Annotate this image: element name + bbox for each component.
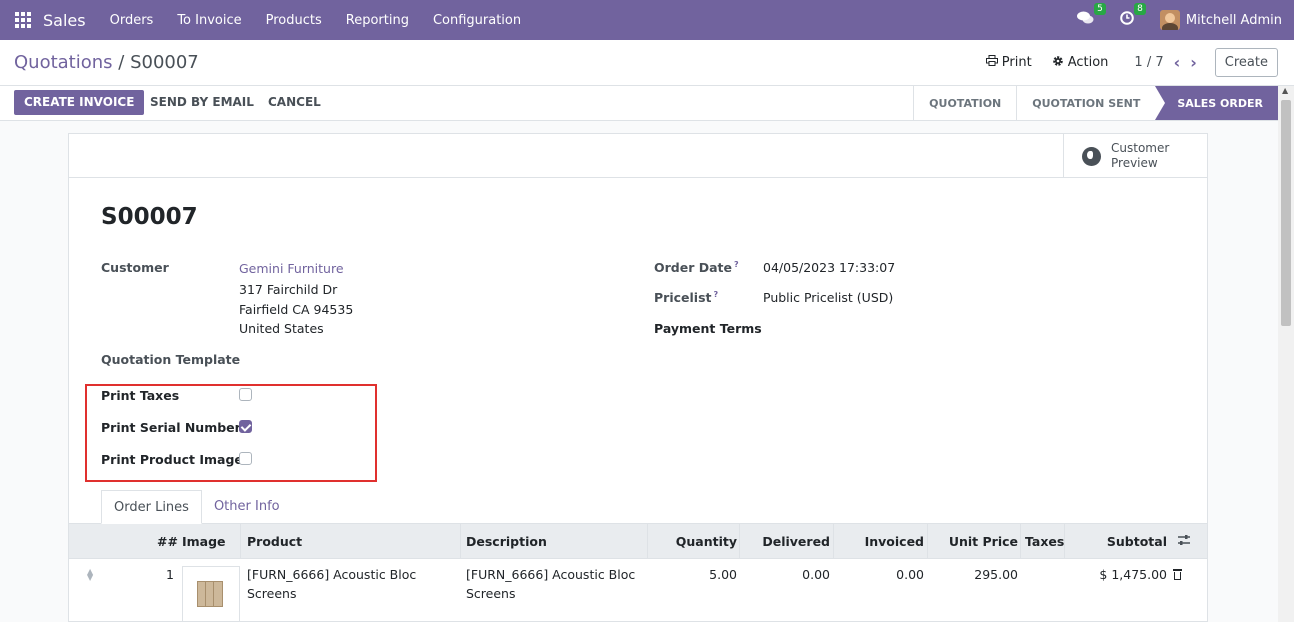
- print-serial-number-label: Print Serial Number: [101, 420, 241, 435]
- menu-orders[interactable]: Orders: [110, 13, 154, 28]
- print-taxes-label: Print Taxes: [101, 388, 180, 403]
- create-button[interactable]: Create: [1214, 47, 1278, 77]
- control-panel: Quotations / S00007 Print Action 1 / 7 ‹…: [0, 40, 1294, 86]
- order-date-value[interactable]: 04/05/2023 17:33:07: [763, 260, 895, 275]
- row-number: 1: [166, 567, 174, 582]
- pager-value[interactable]: 1 / 7: [1134, 55, 1163, 70]
- action-label: Action: [1067, 54, 1109, 70]
- menu-reporting[interactable]: Reporting: [346, 13, 409, 28]
- customer-address-line-3: United States: [239, 321, 324, 336]
- pricelist-label: Pricelist?: [654, 290, 719, 306]
- status-stages: QUOTATION QUOTATION SENT SALES ORDER: [913, 86, 1278, 120]
- print-icon: [985, 55, 998, 69]
- tab-order-lines[interactable]: Order Lines: [101, 490, 202, 524]
- row-description[interactable]: [FURN_6666] Acoustic Bloc Screens: [466, 565, 644, 603]
- cancel-button[interactable]: CANCEL: [268, 95, 321, 109]
- order-date-label: Order Date?: [654, 260, 739, 276]
- menu-products[interactable]: Products: [266, 13, 322, 28]
- print-button[interactable]: Print: [985, 54, 1032, 70]
- customer-name-link[interactable]: Gemini Furniture: [239, 261, 344, 276]
- column-unit-price[interactable]: Unit Price: [927, 524, 1018, 559]
- pricelist-value[interactable]: Public Pricelist (USD): [763, 290, 893, 305]
- breadcrumb: Quotations / S00007: [14, 52, 199, 73]
- globe-icon: [1082, 146, 1101, 166]
- column-separator: [1020, 524, 1021, 559]
- row-subtotal: $ 1,475.00: [1099, 567, 1167, 582]
- breadcrumb-quotations-link[interactable]: Quotations: [14, 52, 113, 73]
- column-invoiced[interactable]: Invoiced: [833, 524, 924, 559]
- print-taxes-checkbox[interactable]: [239, 388, 252, 401]
- vertical-scrollbar[interactable]: ▲: [1278, 86, 1294, 622]
- print-label: Print: [1001, 54, 1032, 70]
- app-name[interactable]: Sales: [43, 11, 86, 30]
- row-product[interactable]: [FURN_6666] Acoustic Bloc Screens: [247, 565, 459, 603]
- activities-clock-icon[interactable]: 8: [1120, 3, 1146, 29]
- print-product-image-label: Print Product Image: [101, 452, 243, 467]
- menu-to-invoice[interactable]: To Invoice: [177, 13, 241, 28]
- row-invoiced: 0.00: [896, 567, 924, 582]
- scroll-up-icon[interactable]: ▲: [1282, 86, 1288, 95]
- column-separator: [240, 524, 241, 559]
- page-title: S00007: [101, 204, 198, 230]
- pricelist-help-icon[interactable]: ?: [713, 290, 718, 299]
- menu-configuration[interactable]: Configuration: [433, 13, 521, 28]
- column-description[interactable]: Description: [466, 524, 547, 559]
- product-image[interactable]: [182, 566, 240, 622]
- pager-previous-icon[interactable]: ‹: [1174, 53, 1181, 72]
- row-drag-handle-icon[interactable]: ▲ ▼: [87, 568, 93, 582]
- column-separator: [460, 524, 461, 559]
- button-box: Customer Preview: [69, 134, 1207, 178]
- gear-icon: [1052, 55, 1064, 70]
- tab-other-info[interactable]: Other Info: [202, 490, 292, 524]
- notebook-tabs: Order Lines Other Info: [101, 490, 292, 524]
- column-image[interactable]: Image: [182, 524, 226, 559]
- breadcrumb-current: S00007: [130, 52, 199, 73]
- pager-next-icon[interactable]: ›: [1190, 53, 1197, 72]
- quotation-template-label: Quotation Template: [101, 352, 241, 367]
- messages-count-badge: 5: [1094, 3, 1106, 15]
- stage-quotation-sent[interactable]: QUOTATION SENT: [1016, 86, 1155, 120]
- print-serial-number-checkbox[interactable]: [239, 420, 252, 433]
- customer-preview-button[interactable]: Customer Preview: [1063, 134, 1207, 178]
- row-quantity[interactable]: 5.00: [647, 565, 737, 584]
- messages-icon[interactable]: 5: [1076, 3, 1106, 29]
- column-product[interactable]: Product: [247, 524, 302, 559]
- form-sheet: Customer Preview S00007 Customer Gemini …: [68, 133, 1208, 622]
- order-lines-table-header: ## Image Product Description Quantity De…: [69, 524, 1207, 559]
- column-quantity[interactable]: Quantity: [647, 524, 737, 559]
- create-invoice-button[interactable]: CREATE INVOICE: [14, 90, 145, 115]
- column-number[interactable]: ##: [157, 524, 178, 559]
- stage-quotation[interactable]: QUOTATION: [913, 86, 1016, 120]
- send-by-email-button[interactable]: SEND BY EMAIL: [150, 95, 254, 109]
- statusbar: CREATE INVOICE SEND BY EMAIL CANCEL QUOT…: [0, 86, 1278, 121]
- print-product-image-checkbox[interactable]: [239, 452, 252, 465]
- column-taxes[interactable]: Taxes: [1025, 524, 1064, 559]
- scroll-thumb[interactable]: [1281, 100, 1291, 326]
- user-name[interactable]: Mitchell Admin: [1186, 13, 1282, 28]
- optional-columns-toggle-icon[interactable]: [1177, 534, 1191, 550]
- activities-count-badge: 8: [1134, 3, 1146, 15]
- top-navbar: Sales Orders To Invoice Products Reporti…: [0, 0, 1294, 40]
- apps-menu-icon[interactable]: [15, 12, 31, 28]
- stage-sales-order[interactable]: SALES ORDER: [1155, 86, 1278, 120]
- order-date-help-icon[interactable]: ?: [734, 260, 739, 269]
- customer-address-line-2: Fairfield CA 94535: [239, 302, 354, 317]
- customer-preview-label: Customer Preview: [1111, 141, 1170, 170]
- action-button[interactable]: Action: [1052, 54, 1109, 70]
- row-unit-price[interactable]: 295.00: [927, 565, 1018, 584]
- payment-terms-label: Payment Terms: [654, 321, 762, 336]
- row-delivered[interactable]: 0.00: [739, 565, 830, 584]
- user-avatar[interactable]: [1159, 10, 1180, 30]
- customer-address-line-1: 317 Fairchild Dr: [239, 282, 338, 297]
- column-subtotal[interactable]: Subtotal: [1064, 524, 1167, 559]
- breadcrumb-separator: /: [112, 52, 131, 73]
- column-delivered[interactable]: Delivered: [739, 524, 830, 559]
- customer-label: Customer: [101, 260, 169, 275]
- delete-row-trash-icon[interactable]: [1173, 569, 1182, 580]
